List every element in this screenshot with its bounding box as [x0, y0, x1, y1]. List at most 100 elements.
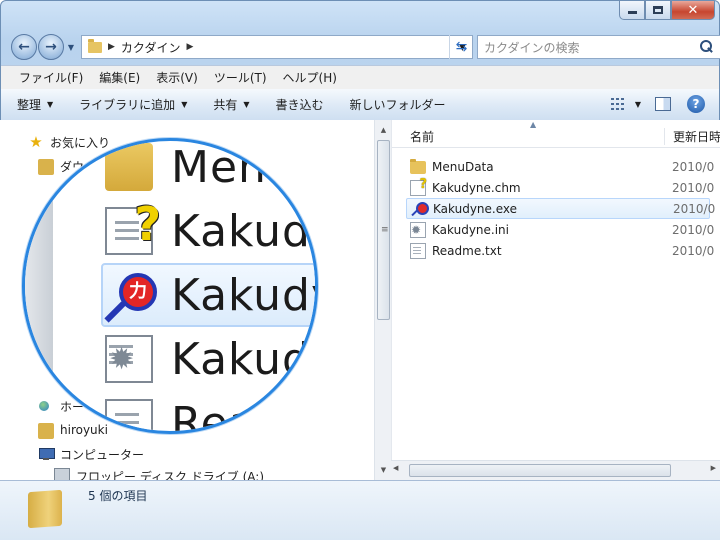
breadcrumb-current[interactable]: カクダイン: [121, 39, 181, 56]
file-name: Kakudyne.exe: [433, 201, 518, 216]
nav-computer[interactable]: コンピューター: [38, 444, 144, 464]
folder-icon: [105, 143, 153, 191]
file-date: 2010/0: [672, 180, 715, 195]
file-name: MenuData: [432, 159, 494, 174]
scroll-right-icon[interactable]: ▶: [711, 464, 716, 472]
back-button[interactable]: ←: [11, 34, 37, 60]
add-to-library-label: ライブラリに追加: [79, 98, 176, 112]
refresh-button[interactable]: ⇆: [449, 35, 473, 59]
file-name: Kakudyne.chm: [432, 180, 521, 195]
file-list-horizontal-scrollbar[interactable]: ◀ ▶: [391, 460, 720, 480]
file-row-readme[interactable]: Readme.txt 2010/0: [406, 240, 714, 261]
file-row-menudata[interactable]: MenuData 2010/0: [406, 156, 714, 177]
breadcrumb-separator-icon[interactable]: ▶: [186, 42, 193, 52]
minimize-button[interactable]: [619, 1, 645, 20]
help-file-icon: [410, 177, 427, 196]
recent-pages-dropdown[interactable]: ▼: [66, 43, 76, 52]
organize-label: 整理: [17, 98, 42, 112]
file-list-pane: ▲ 名前 更新日時 MenuData 2010/0 Kakudyne.chm 2…: [391, 120, 720, 480]
magnified-row: Menu: [105, 141, 296, 199]
add-to-library-button[interactable]: ライブラリに追加 ▼: [79, 96, 187, 113]
magnified-row: Kakudy: [105, 327, 315, 391]
magnifier-lens: Menu Kakudyne Kakudyn Kakudy Rea: [22, 138, 318, 434]
folder-icon: [88, 38, 102, 53]
file-date: 2010/0: [672, 222, 715, 237]
text-file-icon: [410, 242, 426, 259]
menu-help[interactable]: ヘルプ(H): [275, 69, 345, 86]
column-header-row: ▲ 名前 更新日時: [392, 120, 720, 148]
back-arrow-icon: ←: [18, 39, 30, 55]
magnified-nav-edge: [25, 141, 53, 431]
scroll-up-icon[interactable]: ▲: [375, 122, 392, 138]
close-button[interactable]: ✕: [671, 1, 715, 20]
file-name: Kakudyne.ini: [432, 222, 509, 237]
forward-button[interactable]: →: [38, 34, 64, 60]
horizontal-scroll-thumb[interactable]: [409, 464, 671, 477]
menu-view[interactable]: 表示(V): [148, 69, 206, 86]
organize-button[interactable]: 整理 ▼: [17, 96, 53, 113]
command-bar: 整理 ▼ ライブラリに追加 ▼ 共有 ▼ 書き込む 新しいフォルダー ▼ ?: [1, 89, 719, 121]
menu-bar: ファイル(F) 編集(E) 表示(V) ツール(T) ヘルプ(H): [1, 65, 719, 89]
help-icon[interactable]: ?: [687, 95, 705, 113]
share-label: 共有: [213, 98, 238, 112]
refresh-icon: ⇆: [455, 39, 468, 55]
menu-tools[interactable]: ツール(T): [206, 69, 275, 86]
caption-buttons: ✕: [619, 1, 715, 20]
magnified-label: Kakudyne: [171, 205, 315, 257]
item-count: 5 個の項目: [88, 489, 148, 503]
column-header-name[interactable]: 名前: [410, 128, 434, 145]
nav-favorites-label: お気に入り: [50, 135, 111, 150]
magnified-row: Kakudyne: [105, 197, 315, 263]
chevron-down-icon: ▼: [47, 100, 54, 109]
settings-file-icon: [105, 335, 153, 383]
search-box[interactable]: カクダインの検索: [477, 35, 720, 59]
magnified-row: Kakudyn: [105, 263, 315, 327]
menu-file[interactable]: ファイル(F): [11, 69, 91, 86]
computer-icon: [38, 446, 55, 462]
burn-button[interactable]: 書き込む: [276, 96, 324, 113]
nav-floppy[interactable]: フロッピー ディスク ドライブ (A:): [54, 466, 264, 480]
new-folder-button[interactable]: 新しいフォルダー: [350, 96, 446, 113]
details-pane: 5 個の項目: [0, 480, 720, 540]
nav-pane-scrollbar[interactable]: ▲ ≡ ▼: [374, 120, 391, 480]
text-file-icon: [105, 399, 153, 431]
file-date: 2010/0: [672, 159, 715, 174]
settings-file-icon: [410, 221, 426, 238]
magnified-label: Kakudy: [171, 333, 315, 385]
app-icon: [411, 201, 429, 217]
nav-pane-scroll-thumb[interactable]: ≡: [377, 140, 390, 320]
search-input[interactable]: カクダインの検索: [484, 39, 696, 56]
scroll-down-icon[interactable]: ▼: [375, 462, 392, 478]
maximize-icon: [653, 6, 663, 14]
address-bar[interactable]: ▶ カクダイン ▶ ▼: [81, 35, 473, 59]
forward-arrow-icon: →: [45, 39, 57, 55]
chevron-down-icon: ▼: [243, 100, 250, 109]
magnified-marker: [53, 391, 60, 398]
magnified-label: Kakudyn: [171, 269, 315, 321]
grip-icon: ≡: [381, 225, 389, 235]
breadcrumb-separator-icon[interactable]: ▶: [108, 42, 115, 52]
column-header-date[interactable]: 更新日時: [664, 128, 720, 145]
file-row-kakudyne-ini[interactable]: Kakudyne.ini 2010/0: [406, 219, 714, 240]
share-button[interactable]: 共有 ▼: [213, 96, 249, 113]
file-row-kakudyne-exe[interactable]: Kakudyne.exe 2010/0: [406, 198, 715, 219]
maximize-button[interactable]: [645, 1, 671, 20]
view-options-dropdown[interactable]: ▼: [635, 100, 641, 109]
folder-icon: [410, 159, 426, 174]
change-view-icon[interactable]: [609, 95, 627, 113]
nav-computer-label: コンピューター: [60, 447, 145, 462]
file-row-kakudyne-chm[interactable]: Kakudyne.chm 2010/0: [406, 177, 714, 198]
chevron-down-icon: ▼: [181, 100, 188, 109]
folder-icon: [28, 489, 62, 529]
app-icon: [105, 271, 157, 319]
magnified-row: Rea: [105, 391, 257, 434]
history-buttons: ← → ▼: [11, 34, 76, 60]
scroll-left-icon[interactable]: ◀: [393, 464, 398, 472]
menu-edit[interactable]: 編集(E): [91, 69, 148, 86]
magnified-label: Rea: [171, 397, 257, 434]
search-icon[interactable]: [696, 37, 716, 57]
nav-floppy-label: フロッピー ディスク ドライブ (A:): [76, 469, 265, 481]
close-icon: ✕: [687, 2, 699, 18]
preview-pane-icon[interactable]: [655, 97, 671, 111]
navigation-row: ← → ▼ ▶ カクダイン ▶ ▼ ⇆ カクダインの検索: [9, 31, 720, 61]
